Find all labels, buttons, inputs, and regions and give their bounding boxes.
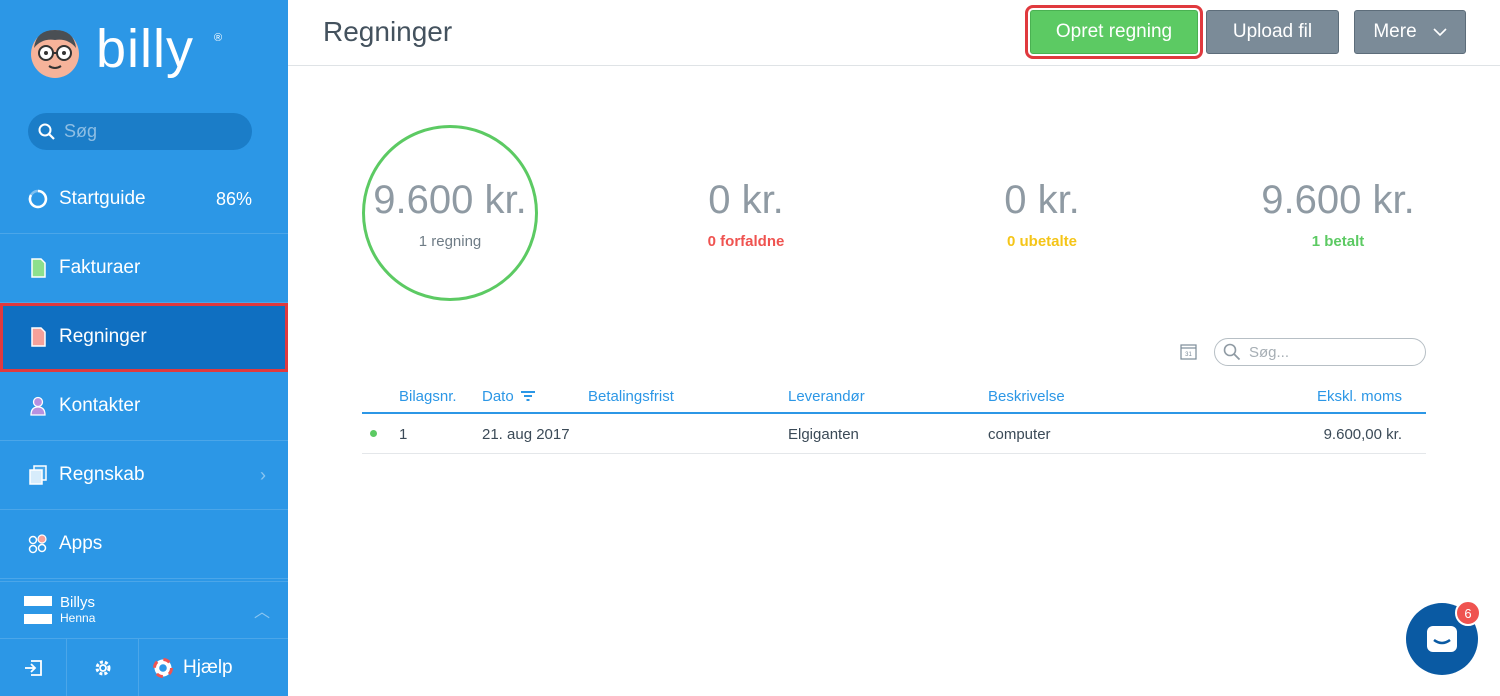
stat-amount: 9.600 kr.	[1261, 178, 1415, 222]
cell-dato: 21. aug 2017	[482, 426, 570, 443]
upload-file-button[interactable]: Upload fil	[1206, 10, 1339, 54]
table-row[interactable]: 1 21. aug 2017 Elgiganten computer 9.600…	[362, 414, 1426, 454]
cell-bilagsnr: 1	[399, 426, 408, 443]
column-header-leverandor[interactable]: Leverandør	[788, 388, 865, 405]
paid-status-dot	[370, 430, 377, 437]
sidebar: billy ® Startguide 86% Fakturaer Re	[0, 0, 288, 696]
create-bill-button[interactable]: Opret regning	[1025, 5, 1203, 59]
organization-user: Henna	[60, 611, 96, 625]
cell-leverandor: Elgiganten	[788, 426, 859, 443]
sidebar-item-label: Apps	[59, 533, 103, 554]
logout-icon	[25, 660, 42, 676]
chevron-right-icon: ›	[260, 464, 266, 485]
billy-mascot-icon	[31, 30, 79, 78]
calendar-filter-icon[interactable]: 31	[1180, 343, 1197, 365]
sidebar-item-regninger[interactable]: Regninger	[0, 303, 288, 372]
organization-name: Billys	[60, 594, 96, 611]
billy-logo[interactable]: billy ®	[28, 19, 222, 84]
sidebar-item-label: Fakturaer	[59, 257, 141, 278]
stat-amount: 9.600 kr.	[373, 178, 527, 222]
gear-icon	[95, 660, 110, 676]
progress-ring-icon	[27, 188, 49, 210]
cell-ekskl-moms: 9.600,00 kr.	[1323, 426, 1402, 443]
bill-doc-icon	[27, 326, 49, 348]
sort-icon	[520, 391, 535, 401]
search-icon	[1223, 343, 1241, 361]
stat-amount: 0 kr.	[708, 178, 784, 222]
sidebar-item-startguide[interactable]: Startguide 86%	[0, 165, 288, 234]
table-search-input[interactable]	[1249, 343, 1419, 361]
sidebar-item-regnskab[interactable]: Regnskab ›	[0, 441, 288, 510]
stat-overdue[interactable]: 0 kr. 0 forfaldne	[646, 178, 846, 250]
logo-registered-mark: ®	[214, 32, 223, 44]
logo-text: billy	[96, 19, 195, 79]
person-icon	[27, 395, 49, 417]
column-header-bilagsnr[interactable]: Bilagsnr.	[399, 388, 457, 405]
sidebar-nav: Startguide 86% Fakturaer Regninger Konta…	[0, 165, 288, 579]
column-header-dato[interactable]: Dato	[482, 388, 535, 405]
sidebar-item-fakturaer[interactable]: Fakturaer	[0, 234, 288, 303]
startguide-progress: 86%	[215, 188, 252, 209]
chat-icon	[1427, 626, 1457, 652]
column-header-ekskl-moms[interactable]: Ekskl. moms	[1317, 388, 1402, 405]
cell-beskrivelse: computer	[988, 426, 1051, 443]
stat-label: 0 ubetalte	[1006, 233, 1078, 250]
chat-notification-badge: 6	[1455, 600, 1481, 626]
table-search[interactable]	[1214, 338, 1426, 366]
sidebar-item-kontakter[interactable]: Kontakter	[0, 372, 288, 441]
apps-icon	[27, 533, 49, 555]
chevron-up-icon: ︿	[253, 604, 270, 621]
bills-table: Bilagsnr. Dato Betalingsfrist Leverandør…	[362, 378, 1426, 454]
page-title: Regninger	[323, 16, 453, 47]
stat-amount: 0 kr.	[1004, 178, 1080, 222]
column-header-betalingsfrist[interactable]: Betalingsfrist	[588, 388, 674, 405]
ledger-icon	[27, 464, 49, 486]
invoice-doc-icon	[27, 257, 49, 279]
sidebar-item-label: Regninger	[59, 326, 147, 347]
stat-paid[interactable]: 9.600 kr. 1 betalt	[1238, 178, 1438, 250]
organization-logo	[24, 596, 52, 624]
help-button[interactable]: Hjælp	[139, 639, 288, 696]
stat-label: 1 betalt	[1311, 233, 1365, 250]
lifebuoy-icon	[153, 658, 173, 678]
more-label: Mere	[1373, 21, 1417, 42]
sidebar-item-label: Kontakter	[59, 395, 141, 416]
sidebar-item-label: Regnskab	[59, 464, 145, 485]
table-header-row: Bilagsnr. Dato Betalingsfrist Leverandør…	[362, 378, 1426, 414]
chevron-down-icon	[1433, 24, 1447, 40]
sidebar-search-input[interactable]	[64, 121, 234, 142]
column-header-beskrivelse[interactable]: Beskrivelse	[988, 388, 1065, 405]
column-header-label: Dato	[482, 388, 514, 405]
stat-label: 0 forfaldne	[707, 233, 785, 250]
sidebar-item-label: Startguide	[59, 188, 146, 209]
page-header: Regninger Opret regning Upload fil Mere	[288, 0, 1500, 66]
sidebar-search[interactable]	[28, 113, 252, 150]
calendar-day: 31	[1185, 352, 1192, 358]
settings-button[interactable]	[67, 639, 139, 696]
sidebar-bottom-bar: Hjælp	[0, 638, 288, 696]
stat-unpaid[interactable]: 0 kr. 0 ubetalte	[942, 178, 1142, 250]
sidebar-item-apps[interactable]: Apps	[0, 510, 288, 579]
stat-total[interactable]: 9.600 kr. 1 regning	[362, 178, 538, 250]
logout-button[interactable]	[0, 639, 67, 696]
organization-switcher[interactable]: Billys Henna ︿	[0, 581, 288, 638]
stat-label: 1 regning	[418, 233, 482, 250]
more-dropdown-button[interactable]: Mere	[1354, 10, 1466, 54]
help-label: Hjælp	[183, 657, 233, 678]
search-icon	[38, 123, 55, 140]
